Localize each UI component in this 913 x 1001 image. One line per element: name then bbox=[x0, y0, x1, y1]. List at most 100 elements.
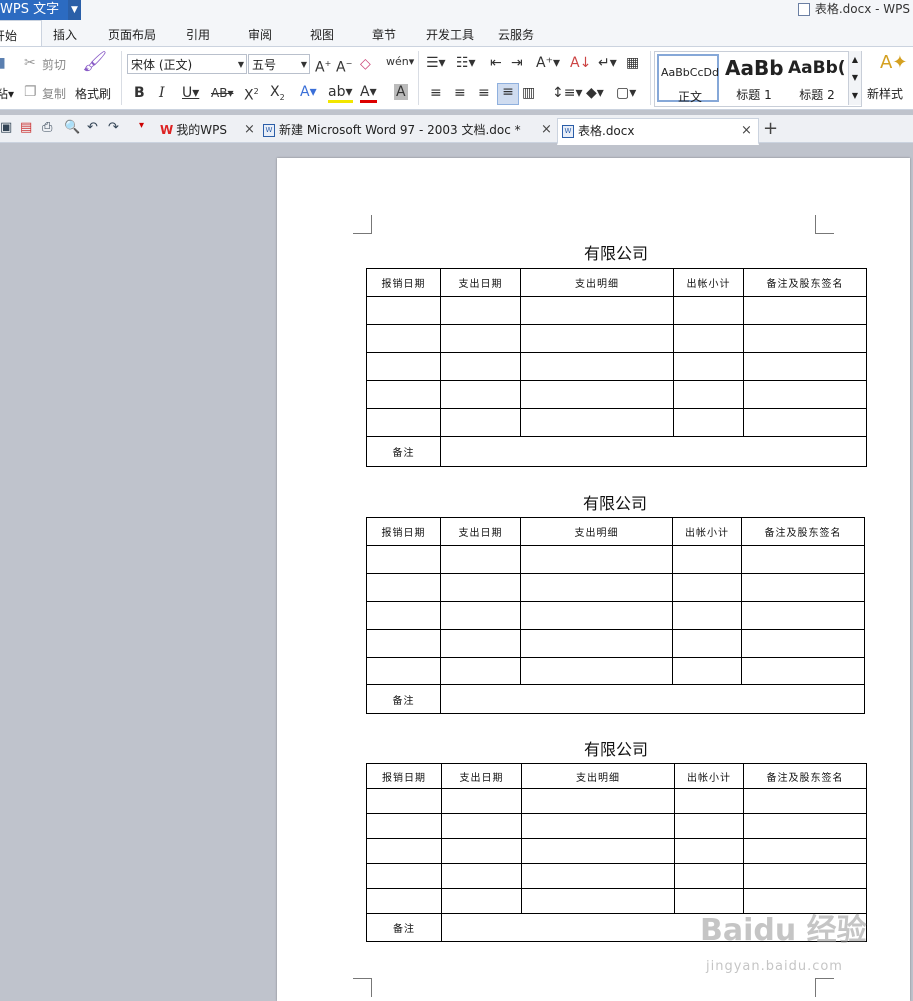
table-cell[interactable] bbox=[440, 352, 521, 381]
table-cell[interactable] bbox=[366, 601, 441, 630]
table-cell[interactable] bbox=[441, 813, 522, 839]
redo-icon[interactable]: ↷ bbox=[108, 120, 119, 135]
tab-cloud[interactable]: 云服务 bbox=[498, 20, 534, 46]
new-style-icon[interactable]: A✦ bbox=[880, 54, 907, 72]
table-cell[interactable] bbox=[441, 888, 522, 914]
table-cell[interactable] bbox=[520, 408, 674, 437]
cut-icon[interactable]: ✂ bbox=[24, 55, 36, 71]
table-cell[interactable] bbox=[366, 863, 442, 889]
distribute-icon[interactable]: ▥ bbox=[522, 85, 535, 101]
table-cell[interactable] bbox=[674, 863, 744, 889]
table-cell[interactable] bbox=[520, 657, 673, 685]
tab-insert[interactable]: 插入 bbox=[53, 20, 77, 46]
style-normal[interactable]: AaBbCcDd 正文 bbox=[657, 54, 719, 104]
table-cell[interactable] bbox=[366, 352, 441, 381]
bullets-icon[interactable]: ☰▾ bbox=[426, 55, 446, 71]
print-icon[interactable]: ⎙ bbox=[42, 120, 52, 135]
table-cell[interactable] bbox=[440, 573, 521, 602]
print-preview-icon[interactable]: 🔍 bbox=[64, 120, 80, 135]
table-cell[interactable] bbox=[743, 813, 867, 839]
tab-new-doc[interactable]: W 新建 Microsoft Word 97 - 2003 文档.doc * × bbox=[263, 118, 555, 142]
table-cell[interactable] bbox=[440, 629, 521, 658]
format-painter-button[interactable]: 格式刷 bbox=[75, 85, 111, 102]
clear-format-icon[interactable]: ◇ bbox=[360, 56, 371, 72]
justify-icon[interactable]: ≡ bbox=[497, 83, 519, 105]
show-marks-icon[interactable]: ↵▾ bbox=[598, 55, 617, 71]
table-cell[interactable] bbox=[673, 408, 744, 437]
table-cell[interactable] bbox=[741, 573, 865, 602]
table-cell[interactable] bbox=[440, 657, 521, 685]
increase-indent-icon[interactable]: ⇥ bbox=[511, 55, 523, 71]
tab-references[interactable]: 引用 bbox=[186, 20, 210, 46]
table-cell[interactable] bbox=[743, 863, 867, 889]
remark-cell[interactable] bbox=[440, 684, 865, 714]
table-cell[interactable] bbox=[672, 601, 742, 630]
format-painter-icon[interactable]: 🖌 bbox=[82, 51, 107, 71]
close-icon[interactable]: × bbox=[244, 118, 255, 142]
sort-icon[interactable]: A⁺▾ bbox=[536, 55, 560, 71]
table-cell[interactable] bbox=[366, 573, 441, 602]
style-gallery-scroll[interactable]: ▲ ▼ ▼ bbox=[848, 51, 861, 105]
remark-cell[interactable] bbox=[440, 436, 867, 467]
italic-icon[interactable]: I bbox=[159, 85, 165, 101]
table-cell[interactable] bbox=[441, 838, 522, 864]
customize-icon[interactable]: ▾ bbox=[139, 120, 144, 131]
table-cell[interactable] bbox=[441, 788, 522, 814]
table-cell[interactable] bbox=[521, 863, 675, 889]
table-cell[interactable] bbox=[366, 408, 441, 437]
table-cell[interactable] bbox=[366, 838, 442, 864]
table-cell[interactable] bbox=[520, 629, 673, 658]
new-style-button[interactable]: 新样式 bbox=[867, 85, 903, 102]
table-cell[interactable] bbox=[743, 352, 867, 381]
table-cell[interactable] bbox=[366, 380, 441, 409]
table-cell[interactable] bbox=[673, 296, 744, 325]
shrink-font-icon[interactable]: A− bbox=[336, 56, 352, 76]
paste-icon[interactable]: ▮ bbox=[0, 55, 6, 71]
copy-icon[interactable]: ❐ bbox=[24, 84, 37, 100]
table-cell[interactable] bbox=[673, 380, 744, 409]
close-icon[interactable]: × bbox=[541, 118, 552, 142]
table-cell[interactable] bbox=[741, 545, 865, 574]
table-cell[interactable] bbox=[520, 545, 673, 574]
table-cell[interactable] bbox=[674, 788, 744, 814]
table-cell[interactable] bbox=[673, 352, 744, 381]
tab-developer[interactable]: 开发工具 bbox=[426, 20, 474, 46]
table-cell[interactable] bbox=[741, 657, 865, 685]
style-heading-1[interactable]: AaBb 标题 1 bbox=[723, 54, 785, 102]
app-menu-button[interactable]: WPS 文字 ▼ bbox=[0, 0, 81, 20]
table-cell[interactable] bbox=[440, 380, 521, 409]
undo-icon[interactable]: ↶ bbox=[87, 120, 98, 135]
tab-my-wps[interactable]: W 我的WPS × bbox=[160, 118, 257, 142]
table-cell[interactable] bbox=[743, 408, 867, 437]
table-cell[interactable] bbox=[366, 888, 442, 914]
grow-font-icon[interactable]: A+ bbox=[315, 56, 331, 76]
table-cell[interactable] bbox=[673, 324, 744, 353]
table-cell[interactable] bbox=[520, 601, 673, 630]
align-right-icon[interactable]: ≡ bbox=[478, 85, 490, 101]
table-cell[interactable] bbox=[743, 380, 867, 409]
highlight-icon[interactable]: ab▾ bbox=[328, 84, 353, 103]
table-cell[interactable] bbox=[366, 545, 441, 574]
tab-home[interactable]: 开始 bbox=[0, 20, 42, 47]
table-cell[interactable] bbox=[520, 296, 674, 325]
table-cell[interactable] bbox=[366, 788, 442, 814]
save-icon[interactable]: ▣ bbox=[0, 120, 12, 135]
tab-biaoge-docx[interactable]: W 表格.docx × bbox=[557, 118, 759, 145]
table-cell[interactable] bbox=[521, 813, 675, 839]
table-cell[interactable] bbox=[521, 838, 675, 864]
table-cell[interactable] bbox=[520, 573, 673, 602]
superscript-icon[interactable]: X2 bbox=[244, 84, 259, 104]
tab-view[interactable]: 视图 bbox=[310, 20, 334, 46]
align-center-icon[interactable]: ≡ bbox=[454, 85, 466, 101]
table-cell[interactable] bbox=[743, 296, 867, 325]
borders-icon[interactable]: ▢▾ bbox=[616, 85, 636, 101]
table-cell[interactable] bbox=[366, 324, 441, 353]
line-spacing-icon[interactable]: ↕≡▾ bbox=[552, 85, 583, 101]
char-shading-icon[interactable]: A bbox=[394, 84, 408, 100]
table-cell[interactable] bbox=[366, 813, 442, 839]
table-cell[interactable] bbox=[741, 629, 865, 658]
font-name-select[interactable]: 宋体 (正文) ▼ bbox=[127, 54, 247, 74]
table-cell[interactable] bbox=[672, 629, 742, 658]
close-icon[interactable]: × bbox=[741, 119, 752, 143]
table-cell[interactable] bbox=[672, 657, 742, 685]
